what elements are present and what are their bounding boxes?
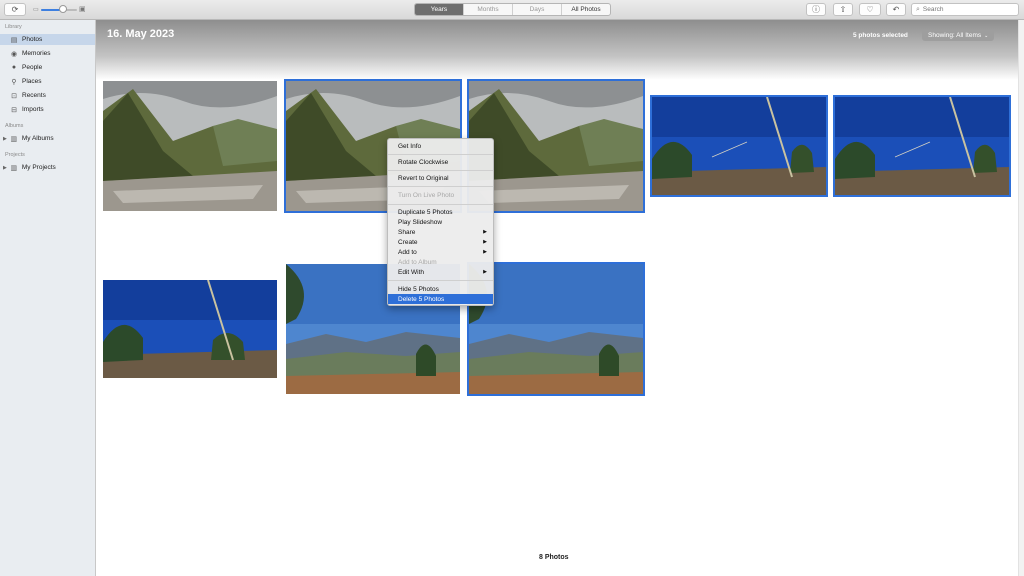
showing-filter-button[interactable]: Showing: All Items ⌄ <box>922 30 995 41</box>
memories-icon: ◉ <box>10 50 18 58</box>
recents-icon: ⊡ <box>11 92 17 100</box>
sidebar-item-my-projects[interactable]: ▶ ▥ My Projects <box>0 162 95 173</box>
context-menu: Get Info Rotate Clockwise Revert to Orig… <box>387 138 494 306</box>
photo-thumbnail-selected[interactable] <box>833 95 1011 197</box>
folder-icon: ▥ <box>10 164 18 172</box>
projects-header: Projects <box>5 152 25 158</box>
sidebar-item-imports[interactable]: ⊟ Imports <box>0 104 95 115</box>
library-header: Library <box>5 24 22 30</box>
menu-separator <box>388 154 493 155</box>
info-button[interactable]: ⓘ <box>806 3 826 16</box>
tab-days[interactable]: Days <box>513 4 562 15</box>
menu-item-revert-to-original[interactable]: Revert to Original <box>388 173 493 183</box>
sidebar-item-photos[interactable]: ▤ Photos <box>0 34 95 45</box>
menu-item-delete[interactable]: Delete 5 Photos <box>388 294 493 304</box>
selection-count: 5 photos selected <box>853 32 908 39</box>
menu-item-get-info[interactable]: Get Info <box>388 141 493 151</box>
menu-item-create[interactable]: Create ▶ <box>388 237 493 247</box>
menu-item-hide[interactable]: Hide 5 Photos <box>388 284 493 294</box>
menu-item-turn-on-live-photo: Turn On Live Photo <box>398 191 455 199</box>
share-button[interactable]: ⇧ <box>833 3 853 16</box>
tab-years[interactable]: Years <box>415 4 464 15</box>
menu-item-duplicate[interactable]: Duplicate 5 Photos <box>388 207 493 217</box>
date-title: 16. May 2023 <box>107 28 175 40</box>
menu-item-rotate-clockwise[interactable]: Rotate Clockwise <box>388 157 493 167</box>
tab-months[interactable]: Months <box>464 4 513 15</box>
submenu-arrow-icon: ▶ <box>483 239 487 245</box>
info-icon: ⓘ <box>812 5 820 14</box>
photo-count: 8 Photos <box>539 554 569 561</box>
menu-item-add-to[interactable]: Add to ▶ <box>388 247 493 257</box>
menu-separator <box>388 204 493 205</box>
search-box[interactable]: ⌕ <box>911 3 1019 16</box>
menu-item-share[interactable]: Share ▶ <box>388 227 493 237</box>
sidebar-item-recents[interactable]: ⊡ Recents <box>0 90 95 101</box>
imports-icon: ⊟ <box>11 106 17 114</box>
disclosure-icon[interactable]: ▶ <box>3 165 7 171</box>
rotate-left-button[interactable]: ↶ <box>886 3 906 16</box>
toolbar: ⟳ ▭ ▣ Years Months Days All Photos ⓘ ⇧ ♡… <box>0 0 1024 20</box>
search-icon: ⌕ <box>916 5 920 13</box>
photo-thumbnail-selected[interactable] <box>650 95 828 197</box>
zoom-slider-knob[interactable] <box>59 5 67 13</box>
places-icon: ⚲ <box>11 78 17 86</box>
albums-header: Albums <box>5 123 24 129</box>
menu-separator <box>388 280 493 281</box>
menu-separator <box>388 186 493 187</box>
sidebar-item-my-albums[interactable]: ▶ ▥ My Albums <box>0 133 95 144</box>
menu-item-play-slideshow[interactable]: Play Slideshow <box>388 217 493 227</box>
folder-icon: ▥ <box>10 135 18 143</box>
rotate-icon: ⟳ <box>11 5 19 14</box>
submenu-arrow-icon: ▶ <box>483 229 487 235</box>
zoom-small-icon: ▭ <box>33 7 39 13</box>
view-tabs: Years Months Days All Photos <box>414 3 611 16</box>
header-gradient <box>96 20 1018 80</box>
photo-thumbnail[interactable] <box>103 81 277 211</box>
sidebar-item-people[interactable]: ● People <box>0 62 95 73</box>
chevron-down-icon: ⌄ <box>984 32 989 39</box>
search-input[interactable] <box>922 6 1013 13</box>
people-icon: ● <box>11 64 17 71</box>
menu-separator <box>388 170 493 171</box>
heart-icon: ♡ <box>866 5 874 14</box>
share-icon: ⇧ <box>839 5 847 14</box>
sidebar: Library ▤ Photos ◉ Memories ● People ⚲ P… <box>0 20 96 576</box>
menu-item-edit-with[interactable]: Edit With ▶ <box>388 267 493 277</box>
rotate-button[interactable]: ⟳ <box>4 3 26 16</box>
disclosure-icon[interactable]: ▶ <box>3 136 7 142</box>
photos-icon: ▤ <box>10 36 18 44</box>
favorite-button[interactable]: ♡ <box>859 3 881 16</box>
sidebar-item-places[interactable]: ⚲ Places <box>0 76 95 87</box>
sidebar-item-memories[interactable]: ◉ Memories <box>0 48 95 59</box>
photo-thumbnail[interactable] <box>103 280 277 378</box>
submenu-arrow-icon: ▶ <box>483 249 487 255</box>
menu-item-add-to-album: Add to Album <box>398 258 437 266</box>
rotate-left-icon: ↶ <box>892 5 900 14</box>
tab-all-photos[interactable]: All Photos <box>562 4 610 15</box>
submenu-arrow-icon: ▶ <box>483 269 487 275</box>
scrollbar[interactable] <box>1018 20 1024 576</box>
zoom-large-icon: ▣ <box>79 6 86 13</box>
